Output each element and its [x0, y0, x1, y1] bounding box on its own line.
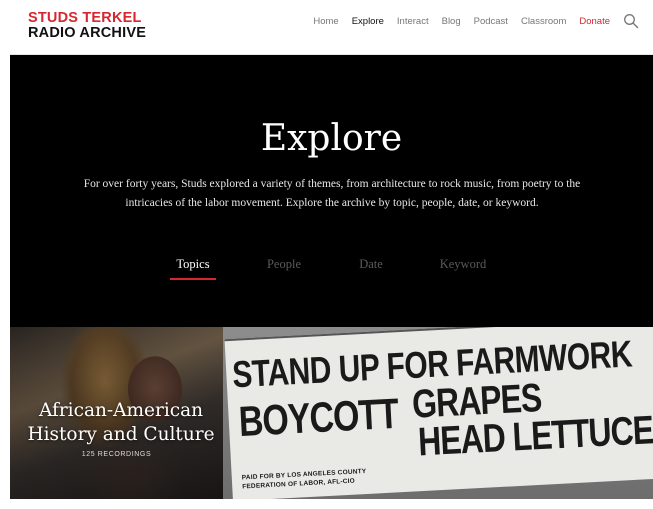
nav-explore[interactable]: Explore — [352, 16, 384, 27]
topic-card-african-american[interactable]: African-American History and Culture 125… — [10, 327, 223, 499]
tab-date[interactable]: Date — [355, 257, 387, 279]
main-nav: Home Explore Interact Blog Podcast Class… — [300, 11, 639, 31]
logo-line-1: STUDS TERKEL — [28, 10, 142, 26]
protest-sign-image: STAND UP FOR FARMWORK BOYCOTT GRAPES HEA… — [224, 327, 653, 499]
logo-line-2: RADIO ARCHIVE — [28, 25, 147, 41]
topic-card-title: African-American History and Culture — [16, 399, 226, 447]
nav-blog[interactable]: Blog — [442, 16, 461, 27]
site-header: STUDS TERKEL RADIO ARCHIVE Home Explore … — [10, 5, 653, 55]
nav-interact[interactable]: Interact — [397, 16, 429, 27]
explore-hero: Explore For over forty years, Studs expl… — [10, 55, 653, 327]
topic-card-labor[interactable]: STAND UP FOR FARMWORK BOYCOTT GRAPES HEA… — [223, 327, 653, 499]
page: STUDS TERKEL RADIO ARCHIVE Home Explore … — [10, 5, 653, 499]
explore-description: For over forty years, Studs explored a v… — [83, 178, 581, 209]
tab-people[interactable]: People — [264, 257, 304, 279]
nav-donate[interactable]: Donate — [579, 16, 610, 27]
search-icon[interactable] — [623, 13, 639, 29]
topic-card-title-line-2: History and Culture — [27, 424, 215, 445]
topic-cards: African-American History and Culture 125… — [10, 327, 653, 499]
tab-keyword[interactable]: Keyword — [436, 257, 490, 279]
nav-classroom[interactable]: Classroom — [521, 16, 566, 27]
explore-tabs: Topics People Date Keyword — [10, 257, 653, 283]
tab-topics[interactable]: Topics — [170, 257, 216, 280]
site-logo[interactable]: STUDS TERKEL RADIO ARCHIVE — [28, 11, 146, 41]
sign-text-line-2: BOYCOTT — [237, 390, 400, 447]
nav-podcast[interactable]: Podcast — [474, 16, 508, 27]
page-title: Explore — [260, 118, 403, 159]
nav-home[interactable]: Home — [313, 16, 338, 27]
topic-card-title-line-1: African-American — [38, 400, 204, 421]
topic-card-count: 125 RECORDINGS — [81, 451, 152, 458]
